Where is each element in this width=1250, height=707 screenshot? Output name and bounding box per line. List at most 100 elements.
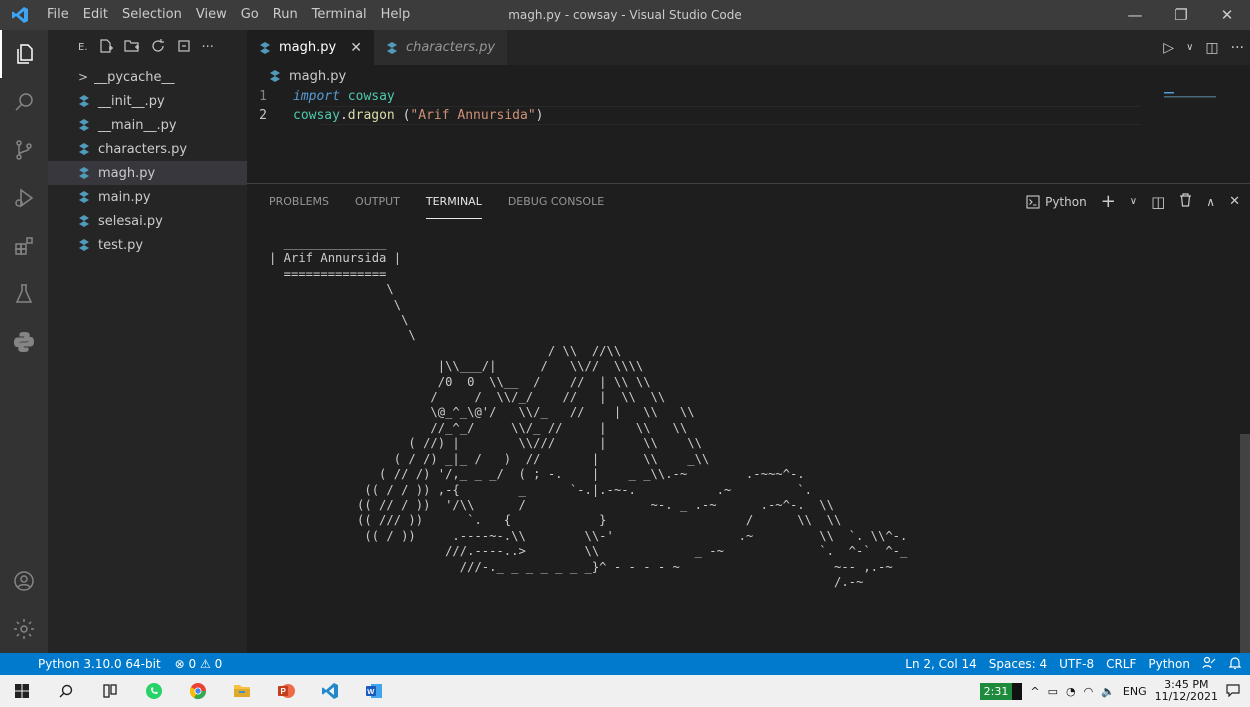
- python-icon[interactable]: [0, 318, 48, 366]
- status-bar: Python 3.10.0 64-bit ⊗ 0 ⚠ 0 Ln 2, Col 1…: [0, 653, 1250, 675]
- trash-icon[interactable]: [1179, 193, 1192, 210]
- cursor-position[interactable]: Ln 2, Col 14: [905, 657, 977, 671]
- tab-magh-py[interactable]: magh.py ✕: [247, 30, 374, 65]
- file-explorer-icon[interactable]: [220, 675, 264, 707]
- breadcrumb[interactable]: magh.py: [247, 65, 1250, 87]
- word-icon[interactable]: W: [352, 675, 396, 707]
- chevron-up-icon[interactable]: ^: [1030, 685, 1039, 698]
- panel-actions: Python + ∨ ◫ ∧ ✕: [1026, 184, 1240, 219]
- menu-edit[interactable]: Edit: [76, 0, 115, 30]
- editor-tabs: magh.py ✕ characters.py ▷ ∨ ◫ ···: [247, 30, 1250, 65]
- new-terminal-icon[interactable]: +: [1101, 191, 1116, 212]
- terminal-selector[interactable]: Python: [1026, 195, 1087, 209]
- code-area[interactable]: 1 import cowsay 2 cowsay . dragon ( "Ari…: [247, 87, 1250, 125]
- menu-go[interactable]: Go: [234, 0, 266, 30]
- gear-icon[interactable]: [0, 605, 48, 653]
- close-panel-icon[interactable]: ✕: [1229, 194, 1240, 209]
- explorer-icon[interactable]: [0, 30, 48, 78]
- bell-icon[interactable]: [1228, 656, 1242, 673]
- powerpoint-icon[interactable]: P: [264, 675, 308, 707]
- network-icon[interactable]: ◔: [1066, 685, 1076, 698]
- explorer-title: E.: [78, 42, 88, 53]
- notification-icon[interactable]: [1226, 683, 1240, 700]
- chevron-down-icon[interactable]: ∨: [1186, 42, 1193, 53]
- code-module: cowsay: [347, 89, 395, 104]
- tab-close-icon[interactable]: ✕: [350, 40, 362, 56]
- language-mode[interactable]: Python: [1148, 657, 1190, 671]
- menu-file[interactable]: File: [40, 0, 76, 30]
- search-icon[interactable]: [44, 675, 88, 707]
- tab-debug-console[interactable]: DEBUG CONSOLE: [508, 184, 604, 219]
- python-file-icon: [79, 95, 89, 107]
- menu-selection[interactable]: Selection: [115, 0, 189, 30]
- windows-start-icon[interactable]: [0, 675, 44, 707]
- more-actions-icon[interactable]: ···: [1231, 40, 1244, 56]
- chevron-down-icon[interactable]: ∨: [1130, 196, 1137, 207]
- volume-icon[interactable]: 🔈: [1101, 685, 1115, 698]
- tab-output[interactable]: OUTPUT: [355, 184, 400, 219]
- chrome-icon[interactable]: [176, 675, 220, 707]
- windows-taskbar: P W 2:31 ^ ▭ ◔ ◠ 🔈 ENG 3:45 PM 11/12/202…: [0, 675, 1250, 707]
- terminal-output[interactable]: ______________ | Arif Annursida | ======…: [269, 236, 907, 590]
- file-tree-item-selected[interactable]: magh.py: [48, 161, 247, 185]
- file-tree-item[interactable]: characters.py: [48, 137, 247, 161]
- feedback-icon[interactable]: [1202, 656, 1216, 673]
- close-button[interactable]: ✕: [1204, 0, 1250, 30]
- testing-icon[interactable]: [0, 270, 48, 318]
- more-actions-icon[interactable]: ···: [202, 40, 214, 55]
- run-debug-icon[interactable]: [0, 174, 48, 222]
- wifi-icon[interactable]: ◠: [1084, 685, 1094, 698]
- maximize-button[interactable]: ❐: [1158, 0, 1204, 30]
- language-indicator[interactable]: ENG: [1123, 685, 1147, 698]
- new-folder-icon[interactable]: [123, 38, 140, 58]
- menu-terminal[interactable]: Terminal: [305, 0, 374, 30]
- task-view-icon[interactable]: [88, 675, 132, 707]
- split-terminal-icon[interactable]: ◫: [1151, 193, 1165, 211]
- file-tree-item[interactable]: test.py: [48, 233, 247, 257]
- python-file-icon: [79, 239, 89, 251]
- clock[interactable]: 3:45 PM 11/12/2021: [1155, 679, 1218, 703]
- status-bar-left: Python 3.10.0 64-bit ⊗ 0 ⚠ 0: [0, 657, 222, 671]
- extensions-icon[interactable]: [0, 222, 48, 270]
- account-icon[interactable]: [0, 557, 48, 605]
- vscode-taskbar-icon[interactable]: [308, 675, 352, 707]
- file-tree-item[interactable]: __init__.py: [48, 89, 247, 113]
- activity-bar: [0, 30, 48, 653]
- menu-run[interactable]: Run: [266, 0, 305, 30]
- terminal-scrollbar[interactable]: [1240, 434, 1250, 654]
- new-file-icon[interactable]: [98, 38, 114, 58]
- status-bar-right: Ln 2, Col 14 Spaces: 4 UTF-8 CRLF Python: [905, 653, 1242, 675]
- end-of-line[interactable]: CRLF: [1106, 657, 1136, 671]
- refresh-icon[interactable]: [150, 38, 166, 58]
- file-tree-folder-pycache[interactable]: > __pycache__: [48, 65, 247, 89]
- file-tree-item[interactable]: __main__.py: [48, 113, 247, 137]
- split-editor-icon[interactable]: ◫: [1205, 40, 1218, 56]
- line-number: 1: [259, 89, 267, 104]
- indentation[interactable]: Spaces: 4: [989, 657, 1047, 671]
- python-file-icon: [79, 167, 89, 179]
- menu-view[interactable]: View: [189, 0, 234, 30]
- run-file-icon[interactable]: ▷: [1163, 40, 1174, 56]
- code-line[interactable]: 1 import cowsay: [247, 87, 1250, 106]
- python-file-icon: [270, 70, 280, 82]
- file-tree-item[interactable]: selesai.py: [48, 209, 247, 233]
- minimap[interactable]: [1150, 90, 1230, 110]
- whatsapp-icon[interactable]: [132, 675, 176, 707]
- minimize-button[interactable]: —: [1112, 0, 1158, 30]
- file-encoding[interactable]: UTF-8: [1059, 657, 1094, 671]
- source-control-icon[interactable]: [0, 126, 48, 174]
- problems-count[interactable]: ⊗ 0 ⚠ 0: [175, 657, 223, 671]
- tab-problems[interactable]: PROBLEMS: [269, 184, 329, 219]
- tray-badge[interactable]: 2:31: [979, 682, 1023, 700]
- search-icon[interactable]: [0, 78, 48, 126]
- python-interpreter[interactable]: Python 3.10.0 64-bit: [38, 657, 161, 671]
- tab-characters-py[interactable]: characters.py: [373, 30, 508, 65]
- tab-terminal[interactable]: TERMINAL: [425, 184, 482, 219]
- battery-icon[interactable]: ▭: [1048, 685, 1058, 698]
- chevron-right-icon: >: [78, 70, 89, 84]
- line-number: 2: [259, 108, 267, 123]
- collapse-all-icon[interactable]: [176, 38, 192, 58]
- menu-help[interactable]: Help: [374, 0, 418, 30]
- maximize-panel-icon[interactable]: ∧: [1206, 195, 1215, 209]
- file-tree-item[interactable]: main.py: [48, 185, 247, 209]
